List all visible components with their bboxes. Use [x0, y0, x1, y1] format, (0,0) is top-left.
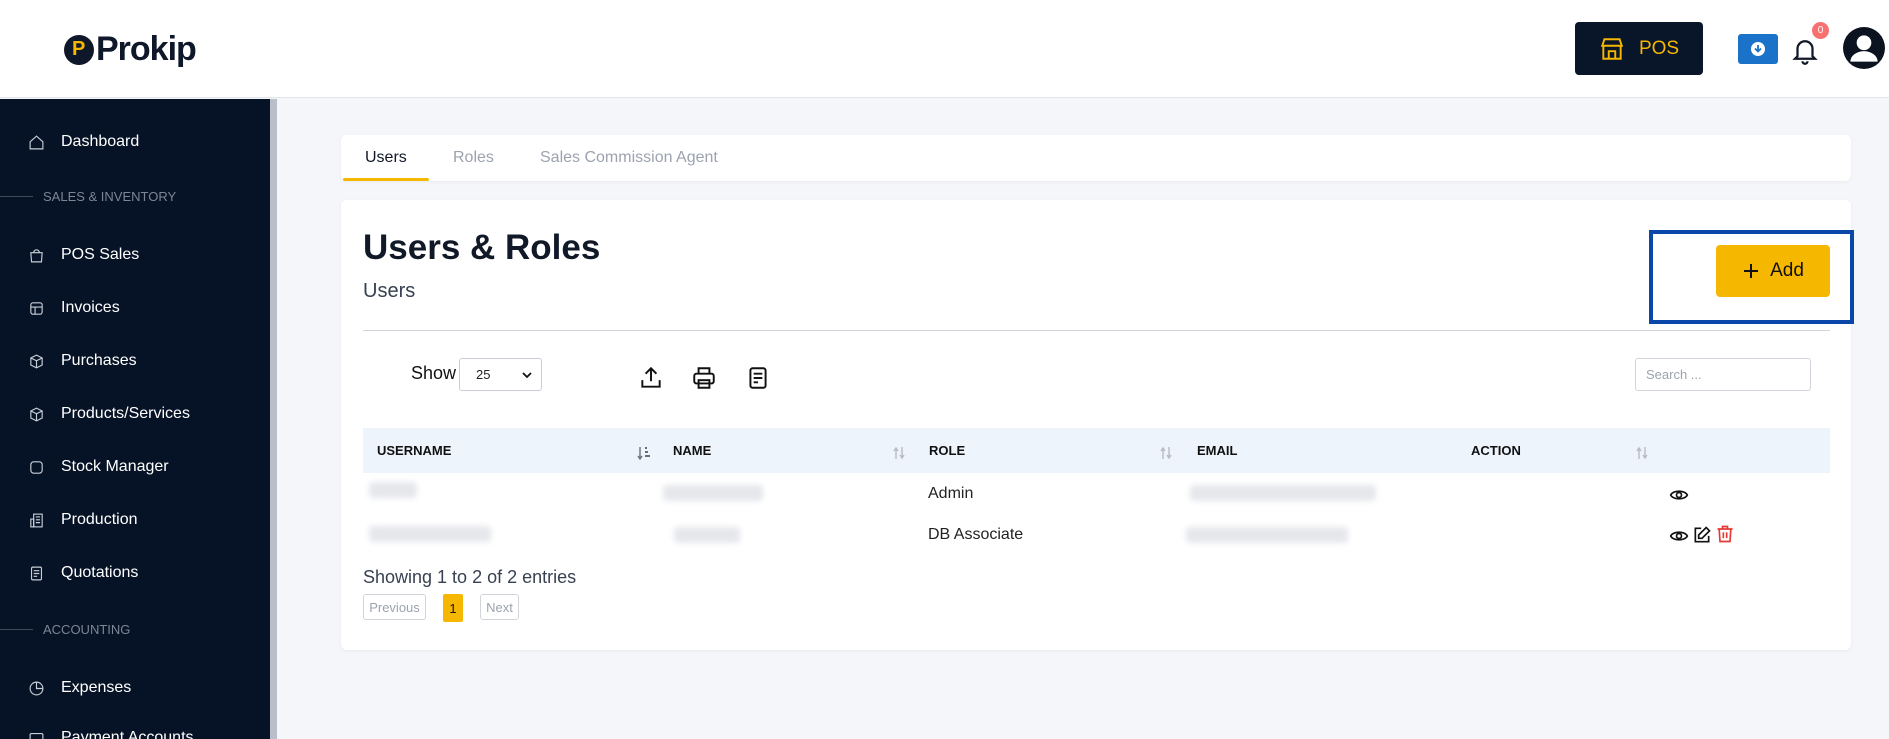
tab-roles[interactable]: Roles	[453, 149, 494, 167]
active-tab-indicator	[343, 178, 429, 181]
bell-icon[interactable]	[1790, 34, 1820, 66]
column-header-username[interactable]: USERNAME	[377, 443, 451, 458]
sidebar-item-label: Expenses	[61, 679, 132, 696]
sidebar-item-stock-manager[interactable]: Stock Manager	[28, 458, 169, 476]
invoice-icon	[30, 301, 43, 315]
pagination-current-page[interactable]: 1	[443, 594, 463, 622]
pie-chart-icon	[29, 681, 44, 695]
sidebar-item-label: POS Sales	[61, 246, 140, 263]
notification-count-badge: 0	[1812, 22, 1829, 39]
tab-sales-commission-agent[interactable]: Sales Commission Agent	[540, 149, 718, 167]
building-icon	[30, 513, 43, 527]
shopping-bag-icon	[30, 248, 43, 262]
sort-asc-icon[interactable]	[637, 445, 651, 461]
sidebar-item-purchases[interactable]: Purchases	[28, 352, 137, 370]
sidebar-item-production[interactable]: Production	[28, 511, 138, 529]
sidebar: Dashboard SALES & INVENTORY POS Sales In…	[0, 99, 270, 739]
export-icon[interactable]	[638, 365, 664, 391]
sidebar-item-label: Quotations	[61, 564, 139, 581]
download-icon	[1751, 42, 1765, 56]
column-header-role[interactable]: ROLE	[929, 443, 965, 458]
role-cell: Admin	[928, 485, 974, 502]
package-icon	[30, 353, 43, 369]
sidebar-scroll-edge	[270, 99, 277, 739]
sidebar-item-label: Payment Accounts	[61, 729, 194, 739]
cube-icon	[30, 406, 43, 422]
tabs-bar: Users Roles Sales Commission Agent	[341, 135, 1851, 181]
pagination-next[interactable]: Next	[480, 594, 519, 620]
sidebar-item-label: Purchases	[61, 352, 137, 369]
prokip-logo-mark-icon	[64, 34, 94, 65]
column-header-email[interactable]: EMAIL	[1197, 443, 1237, 458]
page-size-select[interactable]: 25	[459, 358, 542, 391]
view-icon[interactable]	[1669, 526, 1689, 546]
page-size-value: 25	[476, 367, 491, 382]
search-input[interactable]: Search ...	[1635, 358, 1811, 391]
role-cell: DB Associate	[928, 526, 1024, 543]
column-header-action: ACTION	[1471, 443, 1521, 458]
section-label: SALES & INVENTORY	[43, 189, 177, 204]
header-divider	[363, 330, 1830, 331]
store-icon	[1600, 37, 1624, 60]
sort-icon[interactable]	[892, 445, 906, 461]
pos-label: POS	[1638, 37, 1680, 59]
sidebar-item-pos-sales[interactable]: POS Sales	[28, 246, 139, 264]
section-sales-inventory: SALES & INVENTORY	[0, 189, 176, 204]
logo-text: Prokip	[96, 30, 197, 68]
show-entries-label: Show	[411, 363, 457, 383]
stock-icon	[30, 460, 43, 474]
redacted-email	[1186, 527, 1348, 543]
sidebar-item-label: Invoices	[61, 299, 120, 316]
page-subtitle: Users	[363, 280, 416, 302]
download-button[interactable]	[1738, 34, 1778, 64]
sidebar-item-label: Products/Services	[61, 405, 190, 422]
tab-users[interactable]: Users	[365, 149, 407, 167]
top-header: Prokip POS 0	[0, 0, 1889, 98]
users-card: Users & Roles Users Add Show 25 Search .…	[341, 200, 1854, 650]
sidebar-item-payment-accounts[interactable]: Payment Accounts	[28, 729, 194, 739]
sidebar-item-label: Production	[61, 511, 138, 528]
view-icon[interactable]	[1669, 485, 1689, 505]
add-label: Add	[1770, 260, 1804, 281]
section-label: ACCOUNTING	[43, 622, 131, 637]
wallet-icon	[29, 732, 44, 739]
home-icon	[29, 134, 44, 149]
sort-icon[interactable]	[1159, 445, 1173, 461]
sort-icon[interactable]	[1635, 445, 1649, 461]
delete-icon[interactable]	[1715, 524, 1735, 544]
edit-icon[interactable]	[1692, 525, 1712, 545]
pos-button[interactable]: POS	[1575, 22, 1703, 75]
plus-icon	[1744, 264, 1759, 278]
sidebar-item-label: Stock Manager	[61, 458, 169, 475]
redacted-username	[369, 482, 417, 498]
redacted-name	[674, 527, 740, 543]
section-accounting: ACCOUNTING	[0, 622, 130, 637]
prokip-logo[interactable]: Prokip	[64, 30, 197, 69]
table-header: USERNAME NAME ROLE EMAIL ACTION	[363, 428, 1830, 473]
print-icon[interactable]	[691, 365, 717, 391]
chevron-down-icon	[522, 372, 532, 379]
quotation-icon	[30, 566, 43, 580]
sidebar-item-invoices[interactable]: Invoices	[28, 299, 120, 317]
entries-info: Showing 1 to 2 of 2 entries	[363, 567, 577, 587]
sidebar-item-quotations[interactable]: Quotations	[28, 564, 138, 582]
sidebar-item-dashboard[interactable]: Dashboard	[28, 133, 139, 151]
sidebar-item-expenses[interactable]: Expenses	[28, 679, 131, 697]
redacted-username	[369, 526, 491, 542]
user-avatar-icon[interactable]	[1843, 27, 1885, 69]
sidebar-item-label: Dashboard	[61, 133, 140, 150]
sidebar-item-products-services[interactable]: Products/Services	[28, 405, 190, 423]
pagination-previous[interactable]: Previous	[363, 594, 426, 620]
column-header-name[interactable]: NAME	[673, 443, 711, 458]
redacted-name	[663, 485, 763, 501]
add-user-button[interactable]: Add	[1716, 245, 1830, 297]
redacted-email	[1190, 485, 1376, 501]
document-icon[interactable]	[745, 365, 771, 391]
page-title: Users & Roles	[363, 228, 601, 267]
